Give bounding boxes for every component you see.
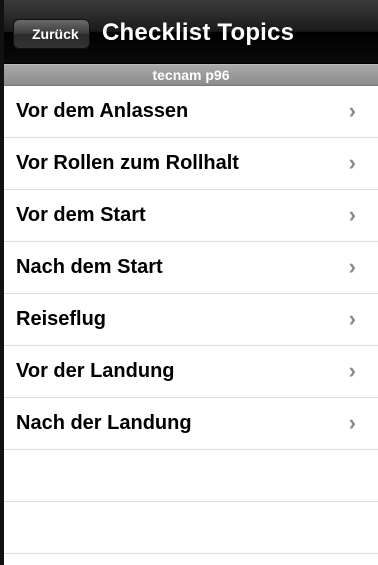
back-button[interactable]: Zurück bbox=[13, 19, 90, 49]
chevron-right-icon: › bbox=[348, 306, 356, 331]
list-item-label: Nach dem Start bbox=[16, 256, 163, 278]
list-item[interactable]: Nach dem Start › bbox=[4, 242, 378, 294]
list-item[interactable]: Vor dem Anlassen › bbox=[4, 86, 378, 138]
list-item-label: Vor der Landung bbox=[16, 360, 175, 382]
list-item-label: Vor dem Anlassen bbox=[16, 100, 189, 122]
empty-row bbox=[4, 502, 378, 554]
back-button-label: Zurück bbox=[32, 26, 79, 42]
list-item-label: Reiseflug bbox=[16, 308, 107, 330]
list-item[interactable]: Reiseflug › bbox=[4, 294, 378, 346]
list-item[interactable]: Nach der Landung › bbox=[4, 398, 378, 450]
empty-row bbox=[4, 450, 378, 502]
chevron-right-icon: › bbox=[348, 254, 356, 279]
checklist-topic-list: Vor dem Anlassen › Vor Rollen zum Rollha… bbox=[4, 86, 378, 554]
chevron-right-icon: › bbox=[348, 150, 356, 175]
list-item-label: Vor dem Start bbox=[16, 204, 146, 226]
navigation-bar: Zurück Checklist Topics bbox=[4, 0, 378, 64]
section-header: tecnam p96 bbox=[4, 64, 378, 86]
list-item[interactable]: Vor dem Start › bbox=[4, 190, 378, 242]
app-screen: Zurück Checklist Topics tecnam p96 Vor d… bbox=[0, 0, 378, 565]
page-title: Checklist Topics bbox=[102, 19, 295, 46]
list-item-label: Nach der Landung bbox=[16, 412, 192, 434]
chevron-right-icon: › bbox=[348, 98, 356, 123]
chevron-right-icon: › bbox=[348, 410, 356, 435]
list-item[interactable]: Vor der Landung › bbox=[4, 346, 378, 398]
list-item-label: Vor Rollen zum Rollhalt bbox=[16, 152, 239, 174]
list-item[interactable]: Vor Rollen zum Rollhalt › bbox=[4, 138, 378, 190]
chevron-right-icon: › bbox=[348, 358, 356, 383]
chevron-right-icon: › bbox=[348, 202, 356, 227]
